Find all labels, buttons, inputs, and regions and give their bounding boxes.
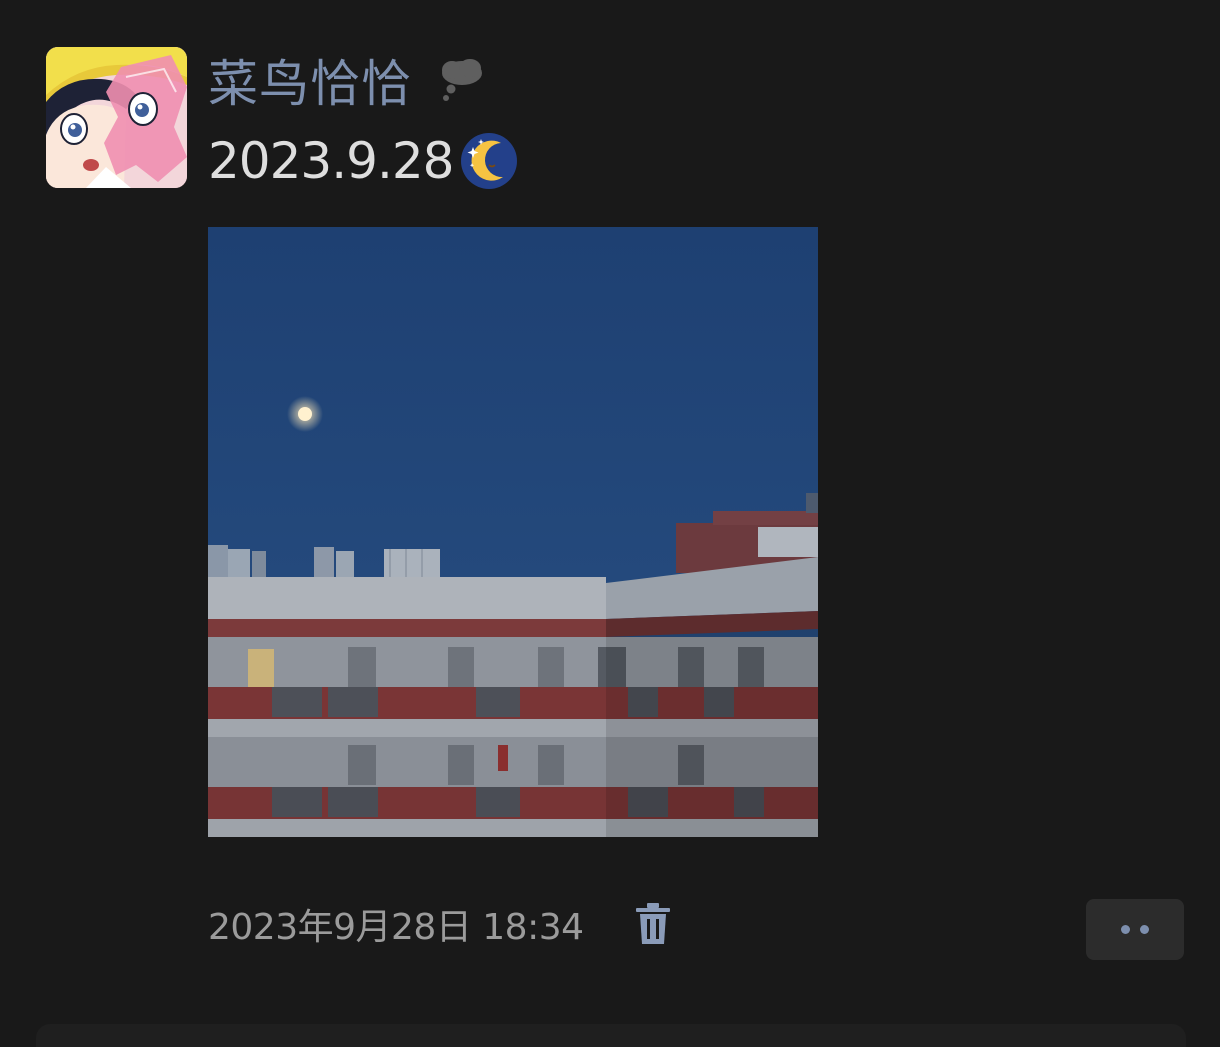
post-timestamp: 2023年9月28日 18:34 — [208, 907, 584, 948]
comment-area — [36, 1024, 1186, 1047]
username[interactable]: 菜鸟恰恰 — [208, 44, 412, 116]
post-photo[interactable] — [208, 227, 818, 837]
avatar-image — [46, 47, 187, 188]
crescent-moon-stars-icon — [459, 131, 519, 191]
post-text: 2023.9.28 — [208, 132, 454, 190]
moments-post: 菜鸟恰恰 2023.9.28 2023年9月28日 18:34 — [0, 0, 1220, 1047]
more-options-button[interactable] — [1086, 899, 1184, 960]
username-row: 菜鸟恰恰 — [208, 46, 486, 114]
avatar[interactable] — [46, 47, 187, 188]
post-meta-row: 2023年9月28日 18:34 — [208, 896, 672, 952]
thought-cloud-icon[interactable] — [438, 57, 486, 103]
post-text-row: 2023.9.28 — [208, 128, 519, 194]
trash-icon[interactable] — [634, 902, 672, 946]
more-dots-icon — [1140, 925, 1149, 934]
more-dots-icon — [1121, 925, 1130, 934]
